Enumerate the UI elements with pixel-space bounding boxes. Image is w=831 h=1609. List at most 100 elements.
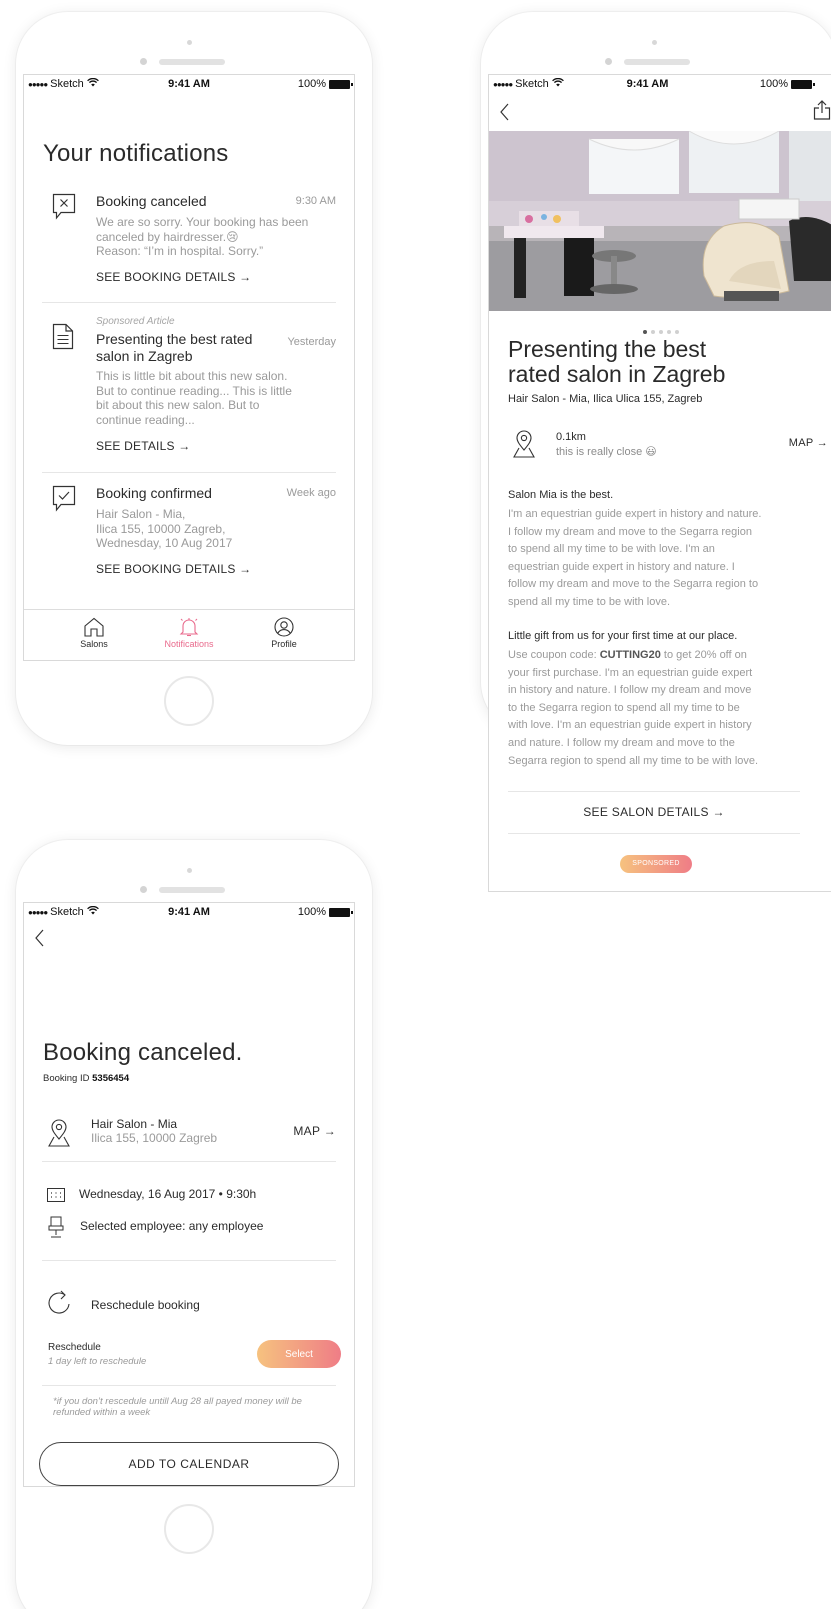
distance-value: 0.1km — [556, 431, 586, 443]
salon-name: Hair Salon - Mia — [91, 1117, 178, 1131]
notification-time: 9:30 AM — [295, 195, 336, 207]
notification-body: This is little bit about this new salon.… — [96, 369, 292, 427]
booking-id: Booking ID 5356454 — [43, 1073, 130, 1084]
map-link[interactable]: MAP → — [789, 437, 828, 449]
article-screen: ●●●●● Sketch 9:41 AM 100% Presenting the… — [488, 74, 831, 892]
status-bar: ●●●●● Sketch 9:41 AM 100% — [24, 75, 354, 95]
front-camera — [187, 40, 192, 45]
battery-icon — [329, 907, 353, 917]
reschedule-label: Reschedule — [48, 1342, 101, 1353]
reschedule-booking-title: Reschedule booking — [91, 1298, 200, 1312]
notification-body: Hair Salon - Mia, Ilica 155, 10000 Zagre… — [96, 507, 233, 550]
salon-photo — [489, 131, 831, 311]
calendar-icon — [47, 1188, 65, 1207]
tab-label: Notifications — [164, 639, 214, 649]
page-title: Your notifications — [43, 140, 229, 167]
phone-booking: ●●●●● Sketch 9:41 AM 100% Booking cancele… — [16, 840, 372, 1609]
divider — [508, 791, 800, 792]
tab-salons[interactable]: Salons — [54, 617, 134, 649]
booking-datetime: Wednesday, 16 Aug 2017 • 9:30h — [79, 1187, 257, 1201]
tab-bar: Salons Notifications Profile — [24, 609, 354, 660]
article-title: Presenting the best rated salon in Zagre… — [508, 336, 726, 387]
coupon-code: CUTTING20 — [599, 649, 661, 661]
location-pin-icon — [46, 1118, 72, 1153]
back-icon[interactable] — [34, 929, 46, 952]
home-button[interactable] — [164, 1504, 214, 1554]
battery-icon — [791, 79, 815, 89]
see-booking-details-link[interactable]: SEE BOOKING DETAILS → — [96, 270, 251, 284]
battery-percent: 100% — [297, 906, 326, 918]
sponsored-tag: Sponsored Article — [96, 316, 175, 327]
refund-note: *if you don’t rescedule untill Aug 28 al… — [53, 1396, 302, 1418]
notifications-screen: ●●●●● Sketch 9:41 AM 100% Your notificati… — [23, 74, 355, 661]
see-booking-details-link[interactable]: SEE BOOKING DETAILS → — [96, 562, 251, 576]
divider — [42, 1385, 336, 1386]
earpiece-speaker — [159, 59, 225, 65]
front-camera — [652, 40, 657, 45]
location-pin-icon — [511, 429, 537, 464]
notification-body: We are so sorry. Your booking has been c… — [96, 215, 309, 258]
chair-icon — [48, 1216, 64, 1243]
home-icon — [54, 617, 134, 637]
notification-time: Yesterday — [287, 336, 336, 348]
tab-profile[interactable]: Profile — [244, 617, 324, 649]
page-title: Booking canceled. — [43, 1039, 243, 1066]
back-icon[interactable] — [499, 103, 511, 126]
tab-label: Salons — [80, 639, 108, 649]
article-subtitle: Hair Salon - Mia, Ilica Ulica 155, Zagre… — [508, 393, 703, 405]
article-icon — [52, 323, 74, 355]
refresh-icon — [46, 1289, 72, 1322]
phone-notifications: ●●●●● Sketch 9:41 AM 100% Your notificati… — [16, 12, 372, 745]
status-bar: ●●●●● Sketch 9:41 AM 100% — [489, 75, 831, 95]
battery-percent: 100% — [297, 78, 326, 90]
section-heading: Salon Mia is the best. — [508, 489, 614, 501]
notification-booking-canceled[interactable]: Booking canceled 9:30 AM We are so sorry… — [42, 193, 336, 293]
booking-screen: ●●●●● Sketch 9:41 AM 100% Booking cancele… — [23, 902, 355, 1487]
battery-icon — [329, 79, 353, 89]
divider — [42, 1161, 336, 1162]
section-text: I'm an equestrian guide expert in histor… — [508, 508, 762, 608]
divider — [42, 1260, 336, 1261]
notification-title: Booking canceled — [96, 193, 207, 209]
notification-time: Week ago — [286, 487, 336, 499]
front-camera — [187, 868, 192, 873]
see-details-link[interactable]: SEE DETAILS → — [96, 439, 190, 453]
map-link[interactable]: MAP → — [293, 1124, 336, 1138]
battery-percent: 100% — [759, 78, 788, 90]
section-text: Use coupon code: CUTTING20 to get 20% of… — [508, 649, 759, 767]
tab-label: Profile — [271, 639, 297, 649]
select-button[interactable]: Select — [257, 1340, 341, 1368]
status-bar: ●●●●● Sketch 9:41 AM 100% — [24, 903, 354, 923]
notification-title: Booking confirmed — [96, 485, 212, 501]
salon-address: Ilica 155, 10000 Zagreb — [91, 1131, 218, 1145]
distance-note: this is really close 😃 — [556, 446, 657, 458]
pager-dot[interactable] — [666, 330, 671, 334]
divider — [508, 833, 800, 834]
pager-dot[interactable] — [650, 330, 655, 334]
section-heading: Little gift from us for your first time … — [508, 630, 738, 642]
selected-employee: Selected employee: any employee — [80, 1219, 264, 1233]
notification-booking-confirmed[interactable]: Booking confirmed Week ago Hair Salon - … — [42, 485, 336, 585]
divider — [42, 472, 336, 473]
proximity-sensor — [140, 58, 147, 65]
booking-canceled-icon — [52, 193, 76, 226]
tab-notifications[interactable]: Notifications — [149, 617, 229, 649]
proximity-sensor — [605, 58, 612, 65]
earpiece-speaker — [624, 59, 690, 65]
share-icon[interactable] — [813, 100, 831, 125]
pager-dot[interactable] — [674, 330, 679, 334]
notification-title: Presenting the best rated salon in Zagre… — [96, 331, 253, 364]
pager-dot[interactable] — [642, 330, 647, 334]
status-time: 9:41 AM — [626, 78, 669, 90]
proximity-sensor — [140, 886, 147, 893]
add-to-calendar-button[interactable]: ADD TO CALENDAR — [39, 1442, 339, 1486]
see-salon-details-link[interactable]: SEE SALON DETAILS → — [508, 805, 800, 819]
pager-dot[interactable] — [658, 330, 663, 334]
notification-sponsored-article[interactable]: Sponsored Article Presenting the best ra… — [42, 315, 336, 455]
home-button[interactable] — [164, 676, 214, 726]
sponsored-badge: SPONSORED — [620, 855, 692, 873]
divider — [42, 302, 336, 303]
reschedule-days-left: 1 day left to reschedule — [48, 1356, 147, 1367]
profile-icon — [244, 617, 324, 637]
earpiece-speaker — [159, 887, 225, 893]
